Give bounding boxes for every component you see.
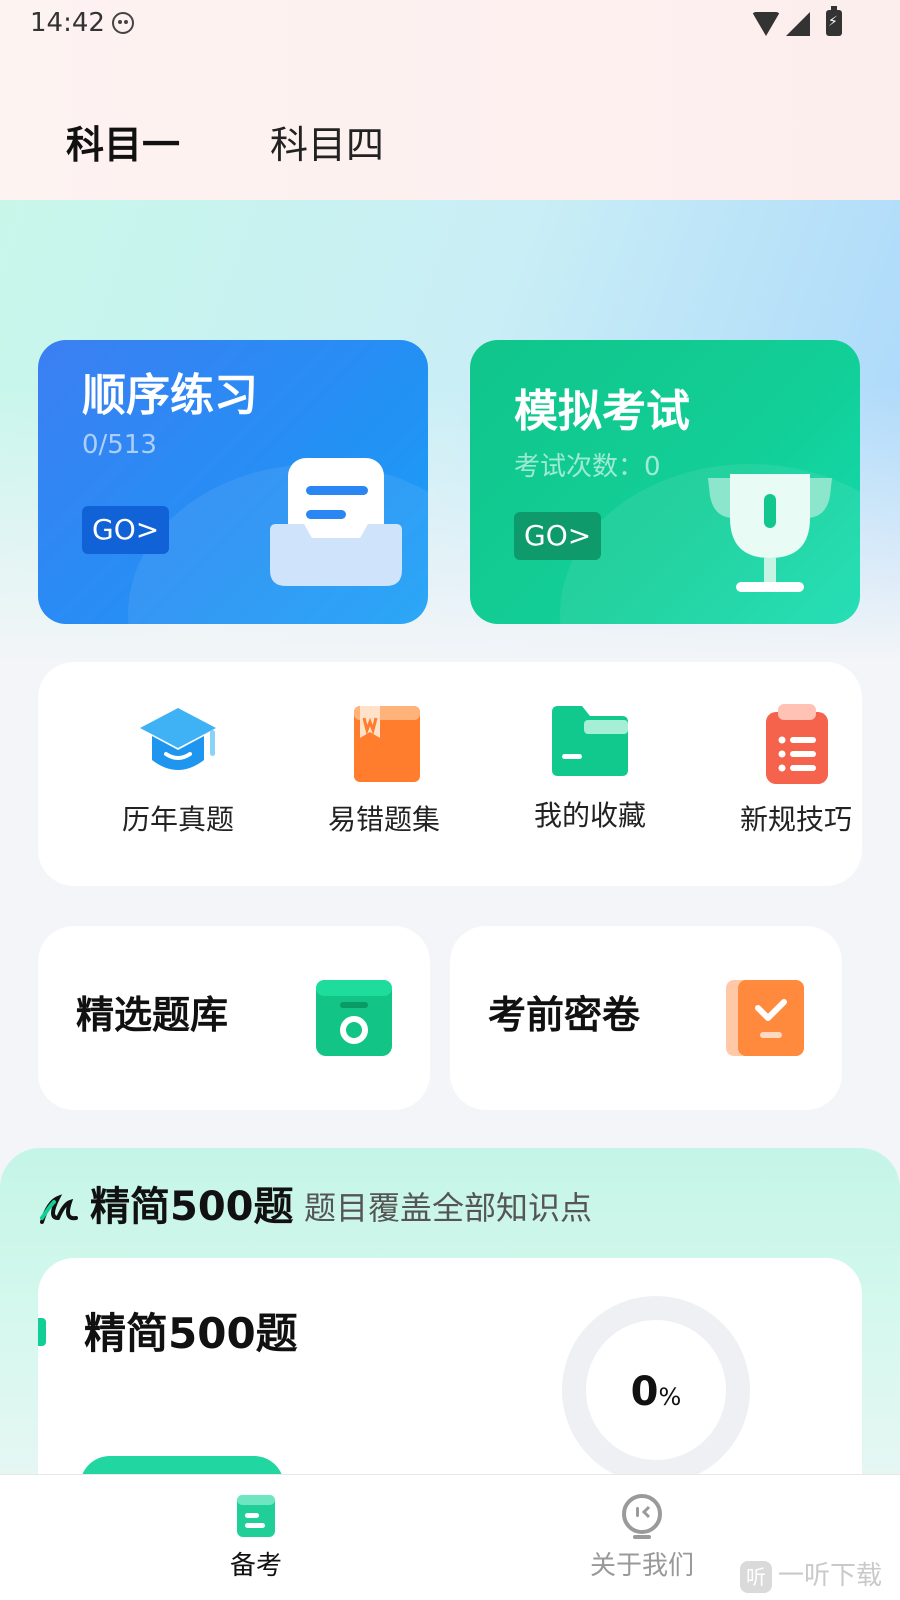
section-500-card-title: 精简500题 bbox=[84, 1309, 298, 1358]
feature-title: 考前密卷 bbox=[488, 993, 641, 1037]
check-paper-icon bbox=[726, 980, 804, 1056]
practice-progress: 0/513 bbox=[82, 430, 157, 460]
quick-item-new-rules-tips[interactable]: 新规技巧 bbox=[706, 702, 886, 838]
quick-item-label: 历年真题 bbox=[121, 803, 234, 836]
mock-exam-card[interactable]: 模拟考试 考试次数：0 GO> bbox=[470, 340, 860, 624]
trophy-icon bbox=[708, 474, 832, 592]
nav-label: 关于我们 bbox=[589, 1551, 694, 1581]
practice-go-button[interactable]: GO> bbox=[82, 506, 170, 554]
feature-title: 精选题库 bbox=[76, 993, 229, 1037]
nav-item-about-us[interactable]: 关于我们 bbox=[552, 1493, 732, 1582]
exam-go-button[interactable]: GO> bbox=[514, 512, 602, 560]
status-bar: 14:42 bbox=[0, 0, 900, 46]
bookmark-book-icon bbox=[354, 706, 420, 782]
wifi-icon bbox=[752, 12, 780, 36]
card-accent-marker bbox=[38, 1318, 46, 1346]
quick-item-favorites[interactable]: 我的收藏 bbox=[500, 698, 680, 834]
notebook-icon bbox=[237, 1495, 275, 1537]
exam-title: 模拟考试 bbox=[514, 386, 690, 437]
tab-subject-four[interactable]: 科目四 bbox=[270, 120, 384, 170]
scribble-icon bbox=[40, 1194, 78, 1224]
progress-percent: 0% bbox=[562, 1366, 750, 1423]
section-500-title: 精简500题 bbox=[90, 1184, 294, 1230]
watermark: 听一听下载 bbox=[740, 1556, 882, 1596]
nav-item-prepare[interactable]: 备考 bbox=[166, 1493, 346, 1582]
progress-value: 0 bbox=[630, 1369, 659, 1415]
exam-count: 考试次数：0 bbox=[514, 452, 661, 482]
quick-item-label: 我的收藏 bbox=[533, 799, 646, 832]
watermark-logo: 听 bbox=[740, 1560, 772, 1593]
watermark-text: 一听下载 bbox=[778, 1561, 883, 1591]
quick-item-mistakes[interactable]: 易错题集 bbox=[294, 702, 474, 838]
folder-icon bbox=[552, 706, 628, 776]
graduation-cap-icon bbox=[140, 708, 216, 770]
cellular-signal-icon bbox=[786, 12, 810, 36]
quick-item-past-exams[interactable]: 历年真题 bbox=[88, 702, 268, 838]
nav-label: 备考 bbox=[229, 1551, 282, 1581]
pre-exam-paper-card[interactable]: 考前密卷 bbox=[450, 926, 842, 1110]
clipboard-list-icon bbox=[766, 704, 828, 784]
archive-box-icon bbox=[316, 980, 392, 1056]
document-tray-icon bbox=[270, 458, 402, 586]
progress-unit: % bbox=[658, 1383, 682, 1411]
status-time: 14:42 bbox=[30, 8, 105, 38]
tab-subject-one[interactable]: 科目一 bbox=[66, 120, 180, 170]
quick-item-label: 易错题集 bbox=[327, 803, 440, 836]
practice-title: 顺序练习 bbox=[82, 370, 258, 421]
quick-item-label: 新规技巧 bbox=[739, 803, 852, 836]
battery-charging-icon bbox=[826, 6, 842, 36]
section-500-subtitle: 题目覆盖全部知识点 bbox=[304, 1189, 593, 1227]
face-smile-icon bbox=[622, 1494, 662, 1539]
quick-entry-panel: 历年真题 易错题集 我的收藏 新规技巧 bbox=[38, 662, 862, 886]
notification-face-icon bbox=[112, 12, 134, 34]
featured-question-bank-card[interactable]: 精选题库 bbox=[38, 926, 430, 1110]
sequential-practice-card[interactable]: 顺序练习 0/513 GO> bbox=[38, 340, 428, 624]
